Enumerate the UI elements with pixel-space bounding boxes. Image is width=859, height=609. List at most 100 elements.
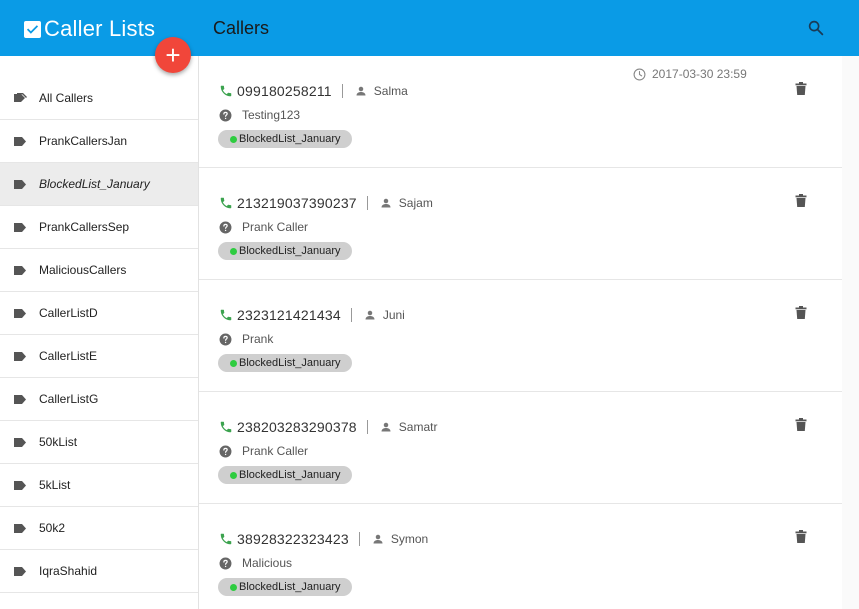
caller-name: Juni xyxy=(382,308,405,322)
list-chip-label: BlockedList_January xyxy=(239,581,341,593)
phone-icon xyxy=(219,308,233,322)
trash-icon xyxy=(795,305,807,319)
tag-icon xyxy=(14,265,28,275)
scrollbar[interactable] xyxy=(842,56,859,609)
sidebar-item-label: 5kList xyxy=(39,478,71,492)
caller-name: Salma xyxy=(373,84,408,98)
sidebar-item[interactable]: 50k2 xyxy=(0,507,198,550)
help-icon xyxy=(219,109,232,122)
add-list-button[interactable]: + xyxy=(155,37,191,73)
status-dot-icon xyxy=(230,135,237,143)
person-icon xyxy=(355,85,367,97)
caller-header: 099180258211 Salma xyxy=(219,83,408,99)
tag-icon xyxy=(14,136,28,146)
sidebar-item[interactable]: 5kList xyxy=(0,464,198,507)
list-chip[interactable]: BlockedList_January xyxy=(218,130,352,148)
app-brand: Caller Lists xyxy=(24,14,155,44)
divider xyxy=(366,420,368,434)
sidebar-item-label: PrankCallersJan xyxy=(39,134,128,148)
list-chip[interactable]: BlockedList_January xyxy=(218,578,352,596)
checkbox-icon xyxy=(24,20,41,38)
sidebar-item[interactable]: BlockedList_January xyxy=(0,163,198,206)
plus-icon: + xyxy=(165,40,181,70)
caller-note: Prank Caller xyxy=(242,220,309,234)
caller-name: Sajam xyxy=(398,196,433,210)
delete-button[interactable] xyxy=(794,80,808,96)
phone-icon xyxy=(219,532,233,546)
search-button[interactable] xyxy=(805,17,827,39)
trash-icon xyxy=(795,529,807,543)
help-icon xyxy=(219,333,232,346)
list-chip[interactable]: BlockedList_January xyxy=(218,354,352,372)
caller-card[interactable]: 238203283290378 Samatr Prank Caller Blocked… xyxy=(199,392,842,504)
sidebar-item-label: 50kList xyxy=(39,435,78,449)
list-chip-label: BlockedList_January xyxy=(239,469,341,481)
trash-icon xyxy=(795,417,807,431)
caller-header: 238203283290378 Samatr xyxy=(219,419,437,435)
sidebar-item[interactable]: PrankCallersSep xyxy=(0,206,198,249)
caller-header: 38928322323423 Symon xyxy=(219,531,428,547)
caller-card[interactable]: 099180258211 Salma Testing123 BlockedList_J… xyxy=(199,56,842,168)
list-chip-label: BlockedList_January xyxy=(239,245,341,257)
caller-note-row: Malicious xyxy=(219,556,292,570)
sidebar-item-label: IqraShahid xyxy=(39,564,98,578)
status-dot-icon xyxy=(230,247,237,255)
tag-icon xyxy=(14,566,28,576)
tag-icon xyxy=(14,308,28,318)
caller-note-row: Testing123 xyxy=(219,108,300,122)
caller-card[interactable]: 2323121421434 Juni Prank BlockedList_Januar… xyxy=(199,280,842,392)
caller-note: Prank Caller xyxy=(242,444,309,458)
delete-button[interactable] xyxy=(794,192,808,208)
tag-icon xyxy=(14,351,28,361)
caller-header: 2323121421434 Juni xyxy=(219,307,405,323)
sidebar-item[interactable]: CallerListG xyxy=(0,378,198,421)
divider xyxy=(341,84,343,98)
person-icon xyxy=(364,309,376,321)
delete-button[interactable] xyxy=(794,304,808,320)
list-chip[interactable]: BlockedList_January xyxy=(218,242,352,260)
sidebar-item[interactable]: IqraShahid xyxy=(0,550,198,593)
status-dot-icon xyxy=(230,359,237,367)
sidebar-item[interactable]: CallerListE xyxy=(0,335,198,378)
tag-icon xyxy=(14,394,28,404)
phone-icon xyxy=(219,196,233,210)
sidebar-item[interactable]: MaliciousCallers xyxy=(0,249,198,292)
app-header: Caller Lists Callers xyxy=(0,0,859,56)
trash-icon xyxy=(795,193,807,207)
caller-phone: 099180258211 xyxy=(237,83,332,99)
caller-note: Prank xyxy=(242,332,274,346)
caller-card[interactable]: 38928322323423 Symon Malicious BlockedList_… xyxy=(199,504,842,609)
app-title: Caller Lists xyxy=(44,16,156,41)
help-icon xyxy=(219,557,232,570)
delete-button[interactable] xyxy=(794,528,808,544)
sidebar-item[interactable]: CallerListD xyxy=(0,292,198,335)
caller-phone: 2323121421434 xyxy=(237,307,341,323)
caller-name: Samatr xyxy=(398,420,438,434)
sidebar-item-label: All Callers xyxy=(39,91,94,105)
sidebar-item-label: MaliciousCallers xyxy=(39,263,127,277)
sidebar-item-label: PrankCallersSep xyxy=(39,220,130,234)
tag-icon xyxy=(14,523,28,533)
caller-note-row: Prank Caller xyxy=(219,220,308,234)
caller-phone: 213219037390237 xyxy=(237,195,357,211)
scrollbar-thumb[interactable] xyxy=(846,56,855,609)
divider xyxy=(358,532,360,546)
sidebar: All Callers PrankCallersJan BlockedList_Ja… xyxy=(0,56,199,609)
status-dot-icon xyxy=(230,583,237,591)
tag-icon xyxy=(14,179,28,189)
caller-card[interactable]: 213219037390237 Sajam Prank Caller BlockedL… xyxy=(199,168,842,280)
sidebar-item[interactable]: PrankCallersJan xyxy=(0,120,198,163)
delete-button[interactable] xyxy=(794,416,808,432)
caller-header: 213219037390237 Sajam xyxy=(219,195,433,211)
sidebar-item-label: CallerListG xyxy=(39,392,99,406)
person-icon xyxy=(380,197,392,209)
list-chip[interactable]: BlockedList_January xyxy=(218,466,352,484)
status-dot-icon xyxy=(230,471,237,479)
caller-note: Malicious xyxy=(242,556,293,570)
page-title: Callers xyxy=(213,18,270,38)
sidebar-item-label: 50k2 xyxy=(39,521,66,535)
caller-note-row: Prank xyxy=(219,332,273,346)
callers-list: 099180258211 Salma Testing123 BlockedList_J… xyxy=(199,56,842,609)
sidebar-item[interactable]: 50kList xyxy=(0,421,198,464)
list-chip-label: BlockedList_January xyxy=(239,357,341,369)
